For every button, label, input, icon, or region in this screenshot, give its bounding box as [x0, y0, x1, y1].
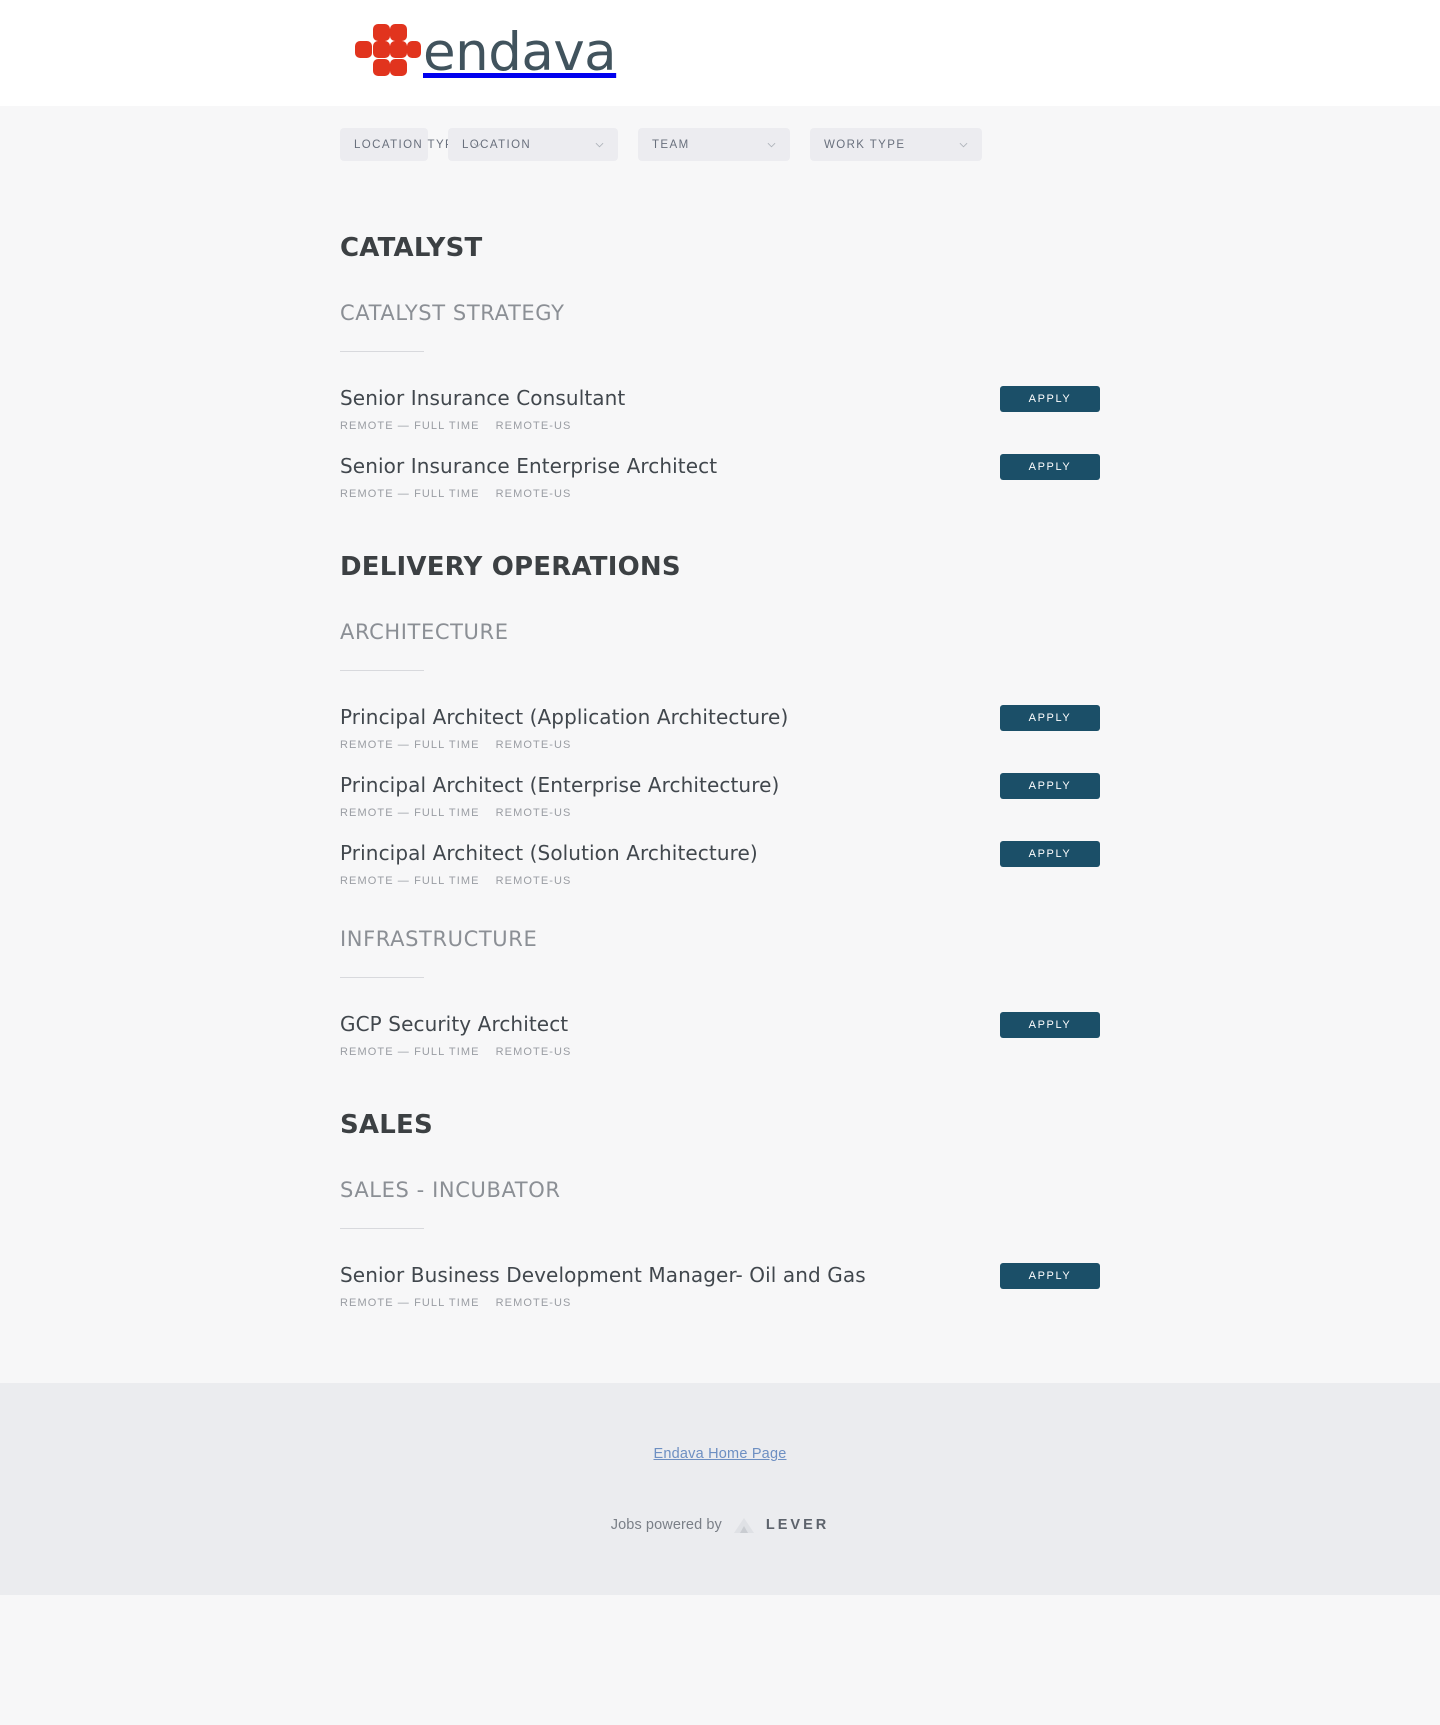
job-location: REMOTE-US	[495, 488, 572, 500]
job-info: GCP Security Architect REMOTE — FULL TIME…	[340, 1010, 572, 1058]
team-block: ARCHITECTURE Principal Architect (Applica…	[340, 598, 1100, 901]
job-location: REMOTE-US	[495, 420, 572, 432]
site-footer: Endava Home Page Jobs powered by LEVER	[0, 1383, 1440, 1595]
job-commitment: REMOTE — FULL TIME	[340, 875, 480, 887]
job-meta: REMOTE — FULL TIME REMOTE-US	[340, 875, 758, 887]
team-title: CATALYST STRATEGY	[340, 301, 565, 325]
lever-logo-icon	[733, 1518, 754, 1533]
job-posting-row[interactable]: Senior Insurance Consultant REMOTE — FULL…	[340, 378, 1100, 446]
filter-work-type-label: WORK TYPE	[824, 138, 906, 151]
job-posting-row[interactable]: GCP Security Architect REMOTE — FULL TIME…	[340, 1004, 1100, 1072]
job-meta: REMOTE — FULL TIME REMOTE-US	[340, 420, 625, 432]
job-meta: REMOTE — FULL TIME REMOTE-US	[340, 739, 788, 751]
job-location: REMOTE-US	[495, 1297, 572, 1309]
endava-logo[interactable]: endava	[353, 20, 617, 83]
job-title[interactable]: GCP Security Architect	[340, 1012, 572, 1037]
job-info: Senior Insurance Enterprise Architect REM…	[340, 452, 717, 500]
job-meta: REMOTE — FULL TIME REMOTE-US	[340, 1046, 572, 1058]
postings-container: LOCATION TYPE LOCATION TEAM WORK TYPE CA…	[340, 106, 1100, 1323]
department-title: CATALYST	[340, 233, 483, 263]
job-meta: REMOTE — FULL TIME REMOTE-US	[340, 1297, 866, 1309]
job-commitment: REMOTE — FULL TIME	[340, 807, 480, 819]
job-posting-row[interactable]: Principal Architect (Solution Architectu…	[340, 833, 1100, 901]
job-commitment: REMOTE — FULL TIME	[340, 739, 480, 751]
team-block: SALES - INCUBATOR Senior Business Develop…	[340, 1156, 1100, 1323]
team-title: ARCHITECTURE	[340, 620, 509, 644]
job-location: REMOTE-US	[495, 1046, 572, 1058]
powered-by-label: Jobs powered by	[610, 1517, 722, 1533]
team-title: SALES - INCUBATOR	[340, 1178, 561, 1202]
job-info: Senior Business Development Manager- Oil…	[340, 1261, 866, 1309]
team-title: INFRASTRUCTURE	[340, 927, 538, 951]
powered-by-lever: Jobs powered by LEVER	[0, 1515, 1440, 1535]
job-title[interactable]: Senior Insurance Enterprise Architect	[340, 454, 717, 479]
endava-logo-text: endava	[423, 22, 617, 83]
job-info: Principal Architect (Enterprise Architec…	[340, 771, 779, 819]
filter-team[interactable]: TEAM	[638, 128, 790, 161]
job-posting-row[interactable]: Principal Architect (Application Archite…	[340, 697, 1100, 765]
job-info: Principal Architect (Application Archite…	[340, 703, 788, 751]
apply-button[interactable]: APPLY	[1000, 1263, 1100, 1289]
job-info: Principal Architect (Solution Architectu…	[340, 839, 758, 887]
job-commitment: REMOTE — FULL TIME	[340, 420, 480, 432]
job-commitment: REMOTE — FULL TIME	[340, 488, 480, 500]
team-block: INFRASTRUCTURE GCP Security Architect REMO…	[340, 905, 1100, 1072]
department: CATALYST CATALYST STRATEGY Senior Insuranc…	[340, 199, 1100, 514]
department: SALES SALES - INCUBATOR Senior Business De…	[340, 1076, 1100, 1323]
chevron-down-icon	[473, 142, 482, 147]
site-header: endava	[0, 0, 1440, 106]
team-divider	[340, 351, 424, 352]
apply-button[interactable]: APPLY	[1000, 1012, 1100, 1038]
job-title[interactable]: Principal Architect (Enterprise Architec…	[340, 773, 779, 798]
apply-button[interactable]: APPLY	[1000, 705, 1100, 731]
job-posting-row[interactable]: Senior Insurance Enterprise Architect REM…	[340, 446, 1100, 514]
job-title[interactable]: Senior Business Development Manager- Oil…	[340, 1263, 866, 1288]
job-commitment: REMOTE — FULL TIME	[340, 1297, 480, 1309]
job-posting-row[interactable]: Principal Architect (Enterprise Architec…	[340, 765, 1100, 833]
page-body: LOCATION TYPE LOCATION TEAM WORK TYPE CA…	[0, 106, 1440, 1383]
job-title[interactable]: Senior Insurance Consultant	[340, 386, 625, 411]
job-location: REMOTE-US	[495, 875, 572, 887]
filter-team-label: TEAM	[652, 138, 690, 151]
department-list: CATALYST CATALYST STRATEGY Senior Insuranc…	[340, 199, 1100, 1323]
department: DELIVERY OPERATIONS ARCHITECTURE Principal…	[340, 518, 1100, 1072]
job-title[interactable]: Principal Architect (Solution Architectu…	[340, 841, 758, 866]
team-block: CATALYST STRATEGY Senior Insurance Consul…	[340, 279, 1100, 514]
job-commitment: REMOTE — FULL TIME	[340, 1046, 480, 1058]
apply-button[interactable]: APPLY	[1000, 773, 1100, 799]
job-title[interactable]: Principal Architect (Application Archite…	[340, 705, 788, 730]
lever-wordmark: LEVER	[765, 1517, 830, 1533]
team-divider	[340, 977, 424, 978]
filter-location-type[interactable]: LOCATION TYPE	[340, 128, 482, 161]
apply-button[interactable]: APPLY	[1000, 841, 1100, 867]
endava-home-page-link[interactable]: Endava Home Page	[654, 1446, 787, 1462]
job-meta: REMOTE — FULL TIME REMOTE-US	[340, 807, 779, 819]
apply-button[interactable]: APPLY	[1000, 386, 1100, 412]
job-posting-row[interactable]: Senior Business Development Manager- Oil…	[340, 1255, 1100, 1323]
apply-button[interactable]: APPLY	[1000, 454, 1100, 480]
endava-logo-icon	[353, 22, 421, 78]
job-location: REMOTE-US	[495, 807, 572, 819]
filter-work-type[interactable]: WORK TYPE	[810, 128, 982, 161]
filter-bar: LOCATION TYPE LOCATION TEAM WORK TYPE	[340, 128, 1100, 161]
chevron-down-icon	[595, 142, 604, 147]
team-divider	[340, 670, 424, 671]
job-location: REMOTE-US	[495, 739, 572, 751]
filter-location-type-label: LOCATION TYPE	[354, 138, 464, 151]
department-title: DELIVERY OPERATIONS	[340, 552, 681, 582]
chevron-down-icon	[959, 142, 968, 147]
department-title: SALES	[340, 1110, 433, 1140]
job-info: Senior Insurance Consultant REMOTE — FULL…	[340, 384, 625, 432]
team-divider	[340, 1228, 424, 1229]
chevron-down-icon	[767, 142, 776, 147]
job-meta: REMOTE — FULL TIME REMOTE-US	[340, 488, 717, 500]
